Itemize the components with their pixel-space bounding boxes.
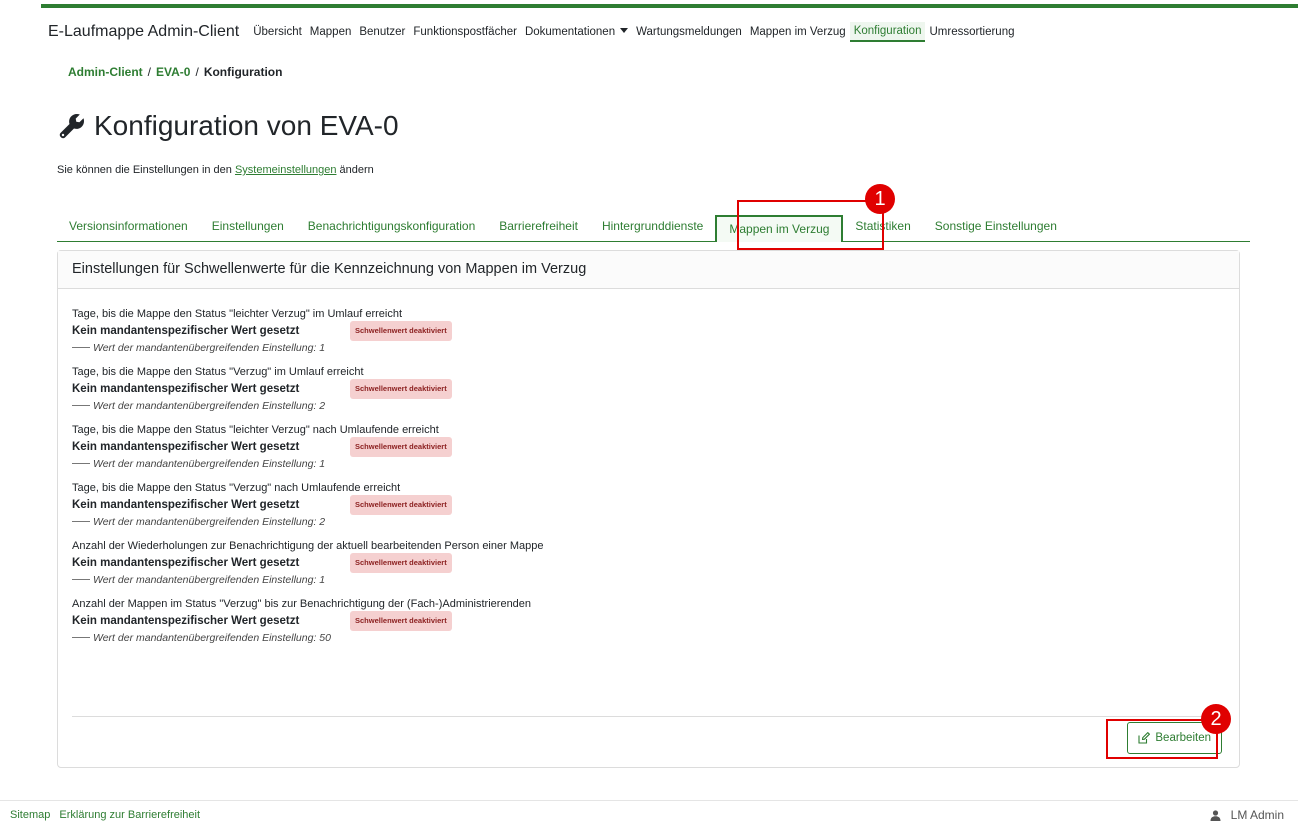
wrench-icon <box>59 113 85 139</box>
dash-icon <box>72 579 90 580</box>
page-title: Konfiguration von EVA-0 <box>58 110 399 142</box>
dash-icon <box>72 405 90 406</box>
setting-item: Anzahl der Wiederholungen zur Benachrich… <box>72 539 1225 587</box>
nav-item-dokumentationen[interactable]: Dokumentationen <box>521 23 632 41</box>
breadcrumb-admin-client[interactable]: Admin-Client <box>68 65 143 79</box>
dash-icon <box>72 463 90 464</box>
nav-item-wartungsmeldungen[interactable]: Wartungsmeldungen <box>632 23 746 41</box>
caret-down-icon <box>620 28 629 33</box>
breadcrumb-eva[interactable]: EVA-0 <box>156 65 190 79</box>
setting-global-value: Wert der mandantenübergreifenden Einstel… <box>93 342 326 354</box>
user-icon <box>1210 809 1221 821</box>
footer-link-sitemap[interactable]: Sitemap <box>10 809 50 821</box>
threshold-settings-card: Einstellungen für Schwellenwerte für die… <box>57 250 1240 768</box>
setting-item: Tage, bis die Mappe den Status "Verzug" … <box>72 365 1225 413</box>
tab-einstellungen[interactable]: Einstellungen <box>200 219 296 241</box>
setting-label: Tage, bis die Mappe den Status "Verzug" … <box>72 482 401 494</box>
tab-barrierefreiheit[interactable]: Barrierefreiheit <box>487 219 590 241</box>
setting-label: Tage, bis die Mappe den Status "leichter… <box>72 308 403 320</box>
top-accent-line <box>41 4 1298 8</box>
setting-value: Kein mandantenspezifischer Wert gesetzt <box>72 441 300 453</box>
setting-global-value: Wert der mandantenübergreifenden Einstel… <box>93 632 331 644</box>
breadcrumb-separator: / <box>195 65 199 79</box>
system-settings-link[interactable]: Systemeinstellungen <box>235 164 337 176</box>
brand-title[interactable]: E-Laufmappe Admin-Client <box>48 23 239 41</box>
status-badge: Schwellenwert deaktiviert <box>350 611 452 631</box>
footer-user[interactable]: LM Admin <box>1210 808 1284 821</box>
setting-item: Anzahl der Mappen im Status "Verzug" bis… <box>72 597 1225 645</box>
status-badge: Schwellenwert deaktiviert <box>350 321 452 341</box>
setting-value: Kein mandantenspezifischer Wert gesetzt <box>72 325 300 337</box>
setting-value: Kein mandantenspezifischer Wert gesetzt <box>72 615 300 627</box>
nav-item-benutzer[interactable]: Benutzer <box>355 23 409 41</box>
nav-item-dokumentationen-label: Dokumentationen <box>524 26 616 38</box>
hint-text-after: ändern <box>336 164 374 176</box>
highlight-box-edit-button <box>1106 719 1218 759</box>
page-title-text: Konfiguration von EVA-0 <box>94 110 399 141</box>
setting-global-value: Wert der mandantenübergreifenden Einstel… <box>93 516 326 528</box>
footer-link-barrierefreiheit[interactable]: Erklärung zur Barrierefreiheit <box>59 809 200 821</box>
nav-item-mappen[interactable]: Mappen <box>306 23 356 41</box>
nav-item-funktionspostfaecher[interactable]: Funktionspostfächer <box>409 23 521 41</box>
step-marker-2: 2 <box>1201 704 1231 734</box>
config-tabs: Versionsinformationen Einstellungen Bena… <box>57 214 1250 242</box>
card-footer-divider <box>72 716 1225 717</box>
setting-label: Tage, bis die Mappe den Status "Verzug" … <box>72 366 364 378</box>
breadcrumb-separator: / <box>147 65 152 79</box>
status-badge: Schwellenwert deaktiviert <box>350 379 452 399</box>
tab-versionsinformationen[interactable]: Versionsinformationen <box>57 219 200 241</box>
nav-item-konfiguration[interactable]: Konfiguration <box>849 22 926 42</box>
setting-value: Kein mandantenspezifischer Wert gesetzt <box>72 499 300 511</box>
setting-value: Kein mandantenspezifischer Wert gesetzt <box>72 557 300 569</box>
setting-item: Tage, bis die Mappe den Status "Verzug" … <box>72 481 1225 529</box>
status-badge: Schwellenwert deaktiviert <box>350 495 452 515</box>
setting-value: Kein mandantenspezifischer Wert gesetzt <box>72 383 300 395</box>
setting-item: Tage, bis die Mappe den Status "leichter… <box>72 423 1225 471</box>
footer-user-name: LM Admin <box>1230 808 1284 821</box>
hint-text-before: Sie können die Einstellungen in den <box>57 164 235 176</box>
setting-item: Tage, bis die Mappe den Status "leichter… <box>72 307 1225 355</box>
step-marker-1: 1 <box>865 184 895 214</box>
dash-icon <box>72 347 90 348</box>
nav-item-umressortierung[interactable]: Umressortierung <box>925 23 1018 41</box>
setting-label: Anzahl der Mappen im Status "Verzug" bis… <box>72 598 532 610</box>
setting-label: Anzahl der Wiederholungen zur Benachrich… <box>72 540 544 552</box>
highlight-box-tab <box>737 200 884 250</box>
dash-icon <box>72 521 90 522</box>
tab-hintergrunddienste[interactable]: Hintergrunddienste <box>590 219 715 241</box>
settings-hint: Sie können die Einstellungen in den Syst… <box>57 164 374 176</box>
setting-global-value: Wert der mandantenübergreifenden Einstel… <box>93 400 326 412</box>
footer-divider <box>0 800 1298 801</box>
status-badge: Schwellenwert deaktiviert <box>350 553 452 573</box>
status-badge: Schwellenwert deaktiviert <box>350 437 452 457</box>
setting-global-value: Wert der mandantenübergreifenden Einstel… <box>93 574 326 586</box>
main-navbar: E-Laufmappe Admin-Client Übersicht Mappe… <box>48 20 1018 44</box>
setting-label: Tage, bis die Mappe den Status "leichter… <box>72 424 439 436</box>
nav-item-uebersicht[interactable]: Übersicht <box>249 23 306 41</box>
dash-icon <box>72 637 90 638</box>
setting-global-value: Wert der mandantenübergreifenden Einstel… <box>93 458 326 470</box>
card-body: Tage, bis die Mappe den Status "leichter… <box>58 289 1239 645</box>
tab-sonstige-einstellungen[interactable]: Sonstige Einstellungen <box>923 219 1069 241</box>
tab-benachrichtigungskonfiguration[interactable]: Benachrichtigungskonfiguration <box>296 219 487 241</box>
breadcrumb: Admin-Client / EVA-0 / Konfiguration <box>68 65 282 79</box>
card-header: Einstellungen für Schwellenwerte für die… <box>58 251 1239 289</box>
footer-links: Sitemap Erklärung zur Barrierefreiheit <box>10 809 206 821</box>
nav-item-mappen-im-verzug[interactable]: Mappen im Verzug <box>746 23 850 41</box>
breadcrumb-current: Konfiguration <box>203 65 283 79</box>
